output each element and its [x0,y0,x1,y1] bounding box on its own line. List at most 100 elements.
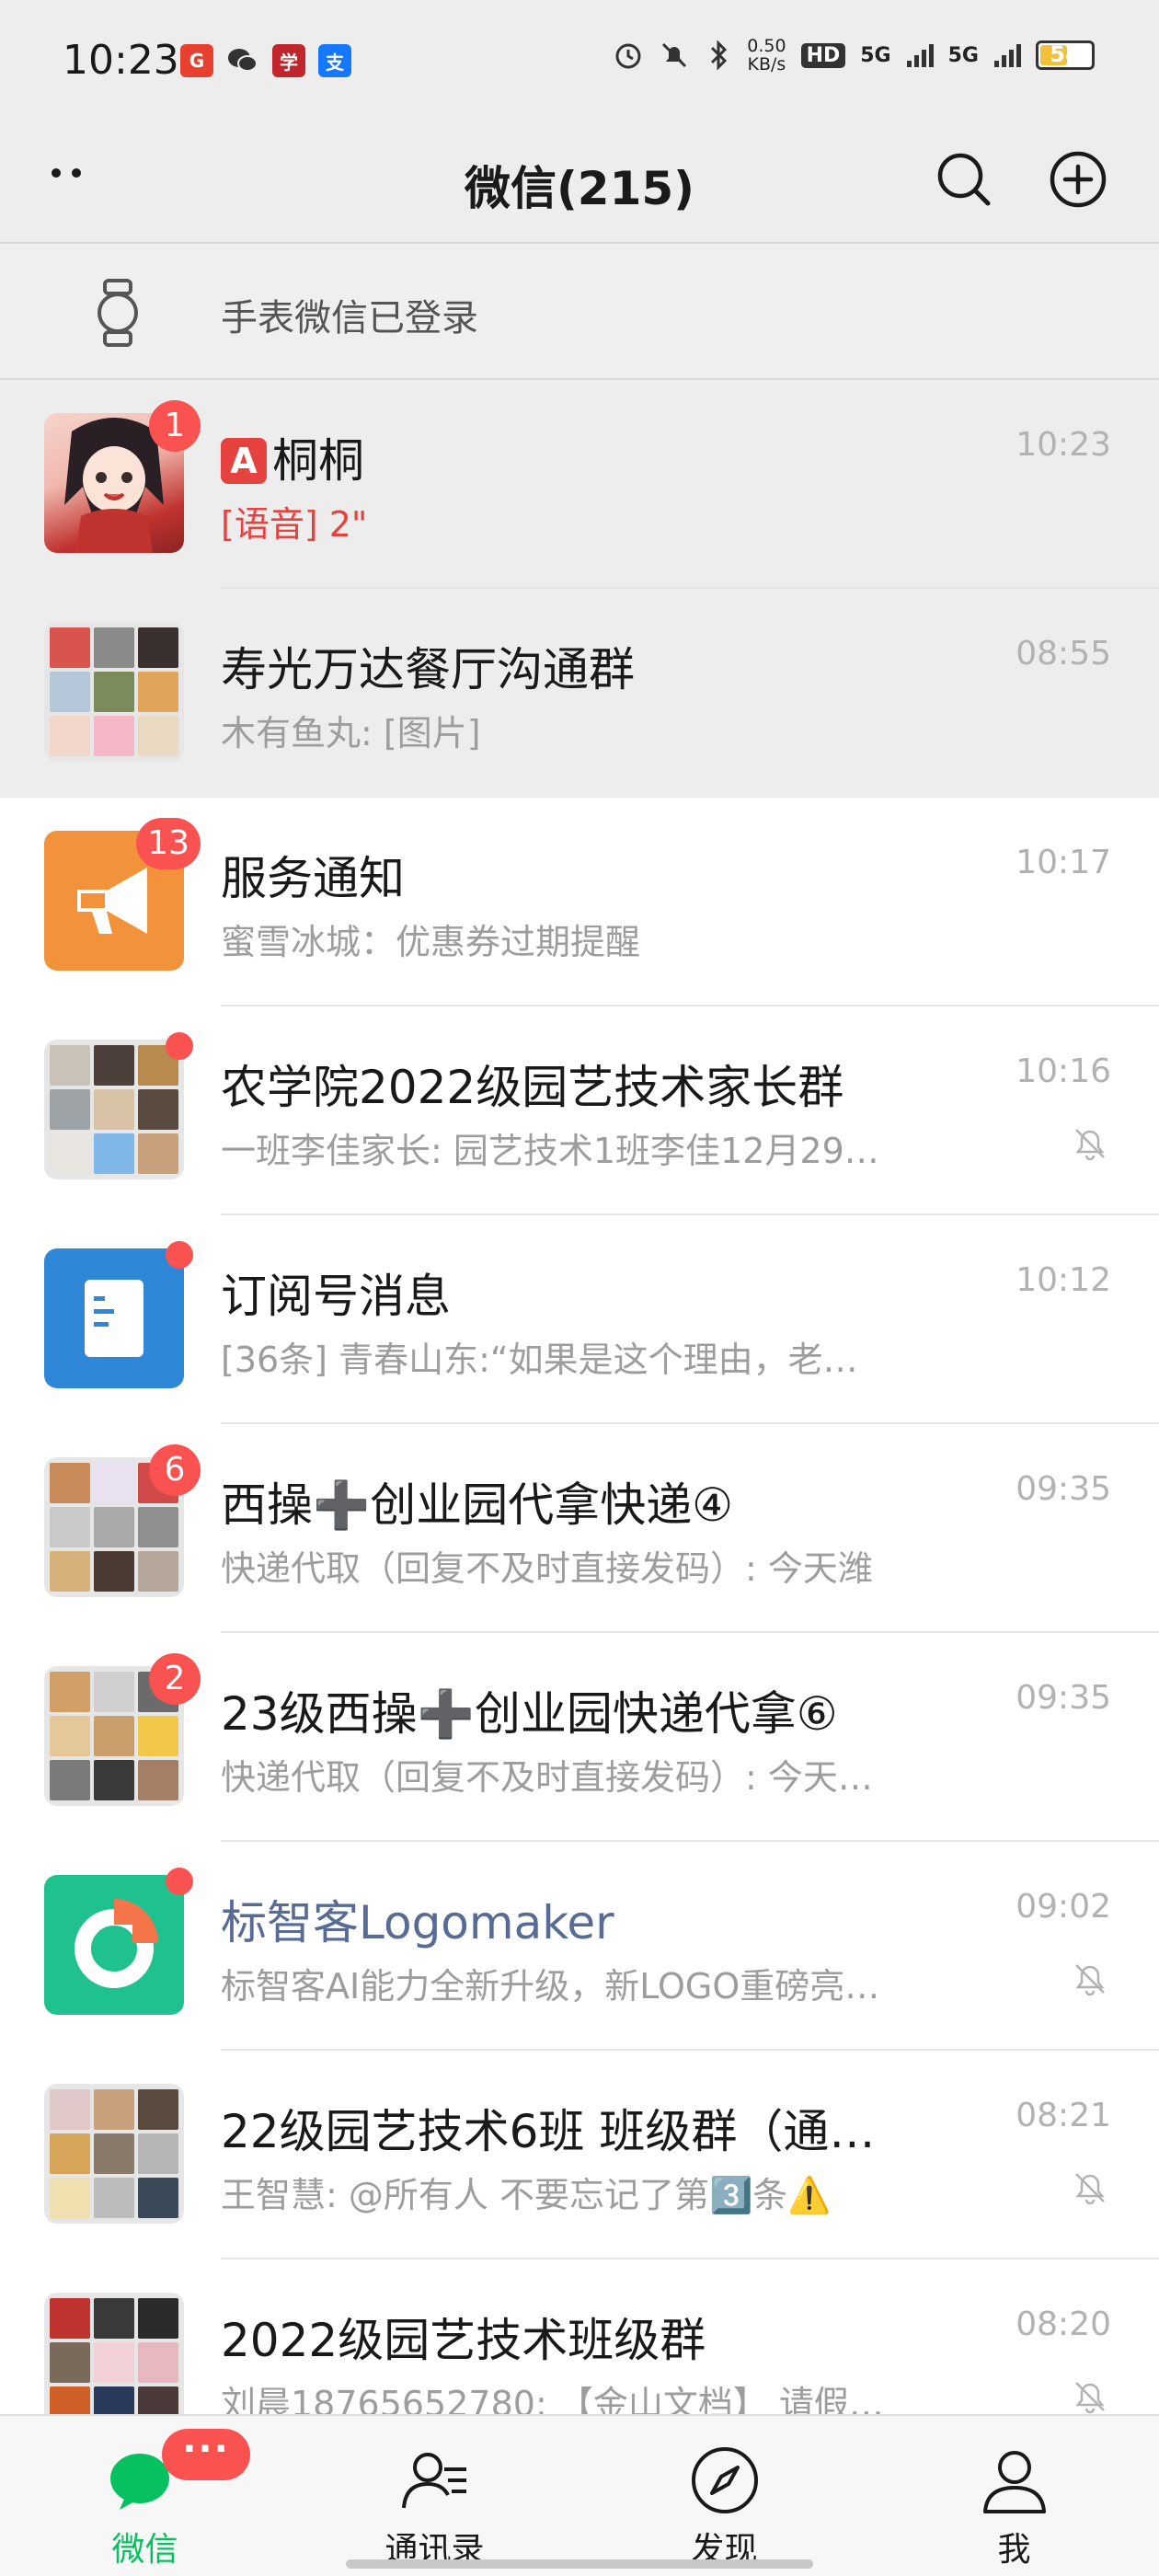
group-avatar[interactable] [44,2084,184,2224]
chat-row[interactable]: 农学院2022级园艺技术家长群 一班李佳家长: 园艺技术1班李佳12月29… 1… [0,1006,1159,1215]
avatar[interactable]: 1 [44,400,201,553]
compass-icon [691,2447,758,2513]
chat-time: 08:55 [1016,635,1111,673]
search-icon[interactable] [927,143,1001,216]
signal-1-label: 5G [860,43,891,67]
chat-name: 22级园艺技术6班 班级群（通… [221,2105,876,2158]
mute-bell-icon [662,42,687,68]
chat-preview: 蜜雪冰城：优惠券过期提醒 [221,922,641,962]
mute-bell-icon [1075,2382,1105,2414]
status-indicators: 0.50 KB/s HD 5G 5G 54 [613,37,1095,74]
status-bar: 10:23 G 学 支 0.50 KB/s HD 5G 5G 54 [0,0,1159,124]
chat-row[interactable]: 6 西操➕创业园代拿快递④ 快递代取（回复不及时直接发码）: 今天潍 09:35 [0,1424,1159,1633]
chat-preview: [36条] 青春山东:“如果是这个理由，老… [221,1340,858,1380]
unread-badge: 13 [136,818,201,869]
group-avatar[interactable]: 2 [44,1653,201,1806]
signal-2-label: 5G [947,43,979,67]
chat-row[interactable]: 1 A 桐桐 [语音] 2" 10:23 [0,380,1159,589]
chat-row[interactable]: 22级园艺技术6班 班级群（通… 王智慧: @所有人 不要忘记了第3️⃣条⚠️ … [0,2051,1159,2260]
chat-time: 09:02 [1016,1888,1111,1926]
chat-time: 08:20 [1016,2306,1111,2343]
bottom-tab-bar: ··· 微信 通讯录 发现 我 [0,2414,1159,2576]
group-avatar[interactable] [44,622,184,762]
status-time: 10:23 [63,37,179,84]
tab-label: 我 [997,2531,1031,2569]
chat-name: 2022级园艺技术班级群 [221,2314,706,2367]
chat-row[interactable]: 寿光万达餐厅沟通群 木有鱼丸: [图片] 08:55 [0,589,1159,798]
chat-time: 09:35 [1016,1470,1111,1508]
watch-icon [98,279,138,347]
group-avatar[interactable] [44,1032,193,1179]
chat-time: 10:16 [1016,1052,1111,1090]
chat-time: 09:35 [1016,1679,1111,1717]
battery-icon: 54 [1036,40,1095,70]
tab-contacts[interactable]: 通讯录 [290,2416,580,2576]
watch-login-banner[interactable]: 手表微信已登录 [0,242,1159,380]
alipay-icon: 支 [318,44,351,77]
chat-preview: 快递代取（回复不及时直接发码）: 今天潍 [221,1548,873,1589]
chat-name: 23级西操➕创业园快递代拿⑥ [221,1687,838,1741]
bluetooth-icon [711,40,728,71]
logomaker-logo-icon [75,1899,158,1988]
chat-time: 10:17 [1016,844,1111,881]
tab-me[interactable]: 我 [869,2416,1159,2576]
chat-time: 10:12 [1016,1261,1111,1299]
chat-name: A 桐桐 [221,424,957,490]
chat-preview: 王智慧: @所有人 不要忘记了第3️⃣条⚠️ [221,2175,832,2215]
chat-preview: 标智客AI能力全新升级，新LOGO重磅亮… [221,1966,880,2007]
chat-preview: 一班李佳家长: 园艺技术1班李佳12月29… [221,1131,879,1171]
chat-row[interactable]: 订阅号消息 [36条] 青春山东:“如果是这个理由，老… 10:12 [0,1215,1159,1424]
news-app-icon: 学 [272,44,305,77]
mute-bell-icon [1075,1129,1105,1161]
person-icon [982,2451,1046,2513]
wechat-notification-icon [226,44,259,77]
document-icon [85,1280,143,1357]
signal-bars-icon [906,44,934,67]
tab-chats[interactable]: ··· 微信 [0,2416,290,2576]
mute-bell-icon [1075,2173,1105,2205]
chat-name: 西操➕创业园代拿快递④ [221,1478,734,1532]
chat-row[interactable]: 标智客Logomaker 标智客AI能力全新升级，新LOGO重磅亮… 09:02 [0,1842,1159,2051]
service-notice-avatar[interactable]: 13 [44,818,201,971]
status-app-icons: G 学 支 [180,44,351,77]
chat-time: 08:21 [1016,2097,1111,2134]
chat-name: 服务通知 [221,852,405,905]
battery-level: 54 [1050,41,1081,67]
hd-indicator: HD [800,42,846,68]
tab-chat-badge: ··· [162,2429,250,2480]
chat-preview: 木有鱼丸: [图片] [221,713,481,753]
tab-label: 微信 [111,2531,178,2569]
chat-list: 1 A 桐桐 [语音] 2" 10:23 寿光万达餐厅沟通群 木有鱼丸: [图片]… [0,380,1159,2468]
tab-discover[interactable]: 发现 [580,2416,869,2576]
chat-preview: [语音] 2" [221,504,368,545]
subscription-avatar[interactable] [44,1241,193,1388]
mute-bell-icon [1075,1964,1105,1996]
chat-time: 10:23 [1016,426,1111,464]
unread-dot [166,1241,193,1269]
chat-row[interactable]: 13 服务通知 蜜雪冰城：优惠券过期提醒 10:17 [0,798,1159,1006]
red-a-emoji-icon: A [221,438,267,484]
contacts-icon [401,2453,466,2509]
chat-name: 寿光万达餐厅沟通群 [221,643,635,696]
app-header: 微信(215) [0,124,1159,242]
unread-badge: 1 [149,400,201,452]
network-speed: 0.50 KB/s [747,36,786,75]
group-avatar[interactable] [44,2293,184,2432]
chat-name: 订阅号消息 [221,1270,451,1323]
alarm-icon [615,43,641,69]
group-avatar[interactable]: 6 [44,1444,201,1597]
home-indicator[interactable] [346,2559,813,2569]
unread-badge: 6 [149,1444,201,1496]
chat-row[interactable]: 2 23级西操➕创业园快递代拿⑥ 快递代取（回复不及时直接发码）: 今天… 09… [0,1633,1159,1842]
unread-dot [166,1032,193,1060]
chat-name: 农学院2022级园艺技术家长群 [221,1061,844,1114]
chat-name: 标智客Logomaker [221,1896,614,1949]
banner-text: 手表微信已登录 [221,297,478,339]
add-plus-icon[interactable] [1041,143,1115,216]
chat-preview: 快递代取（回复不及时直接发码）: 今天… [221,1757,873,1798]
unread-dot [166,1868,193,1895]
signal-bars-icon [994,44,1021,67]
unread-badge: 2 [149,1653,201,1705]
official-account-avatar[interactable] [44,1868,193,2015]
app-notification-icon: G [180,44,213,77]
